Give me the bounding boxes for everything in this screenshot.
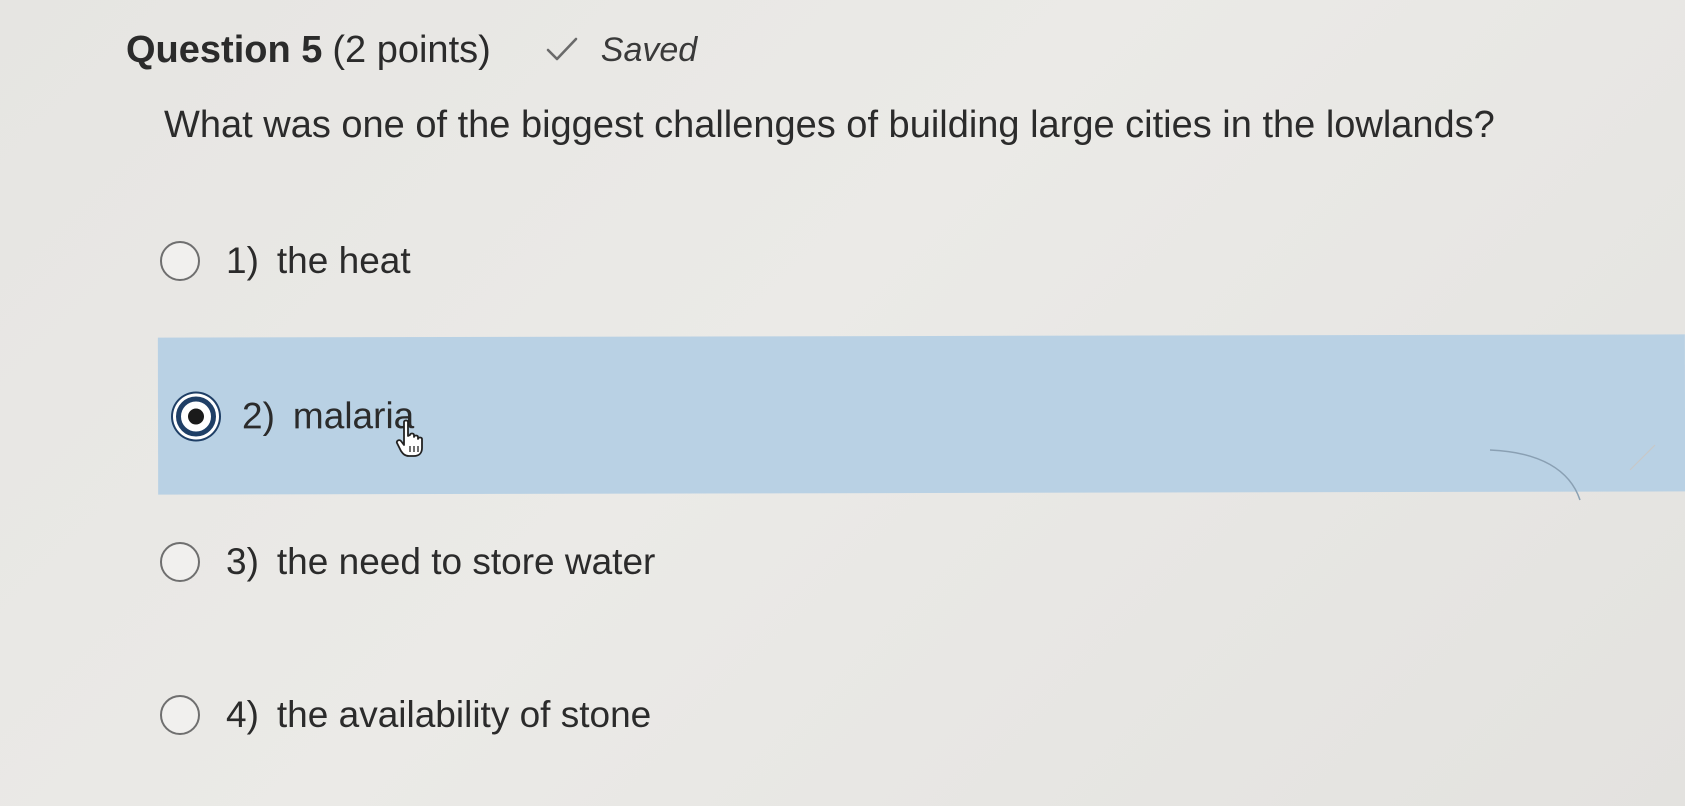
option-3-label: the need to store water	[276, 541, 656, 582]
option-2[interactable]: 2) malaria	[157, 334, 1685, 495]
screen-glare-mark	[1489, 444, 1656, 501]
option-4-number: 4)	[226, 694, 259, 735]
option-4[interactable]: 4) the availability of stone	[160, 680, 651, 750]
radio-button-4[interactable]	[160, 695, 200, 735]
answer-options: 1) the heat 2) malaria 3) the need to st…	[0, 0, 1685, 806]
option-1-number: 1)	[226, 240, 259, 281]
radio-button-2[interactable]	[175, 395, 217, 437]
option-2-number: 2)	[241, 394, 275, 436]
option-3-number: 3)	[226, 541, 259, 582]
radio-button-3[interactable]	[160, 542, 200, 582]
option-4-label: the availability of stone	[276, 694, 652, 735]
radio-button-1[interactable]	[160, 241, 200, 281]
option-1-label: the heat	[276, 240, 411, 281]
hand-pointer-icon	[395, 419, 423, 457]
option-3[interactable]: 3) the need to store water	[160, 527, 655, 597]
option-1[interactable]: 1) the heat	[160, 226, 411, 296]
